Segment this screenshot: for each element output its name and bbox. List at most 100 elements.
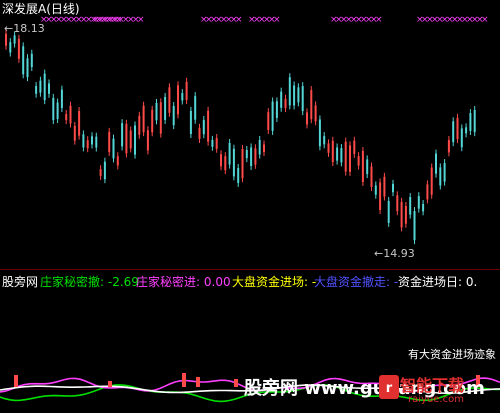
candle-body bbox=[331, 140, 334, 163]
candle-body bbox=[181, 93, 184, 101]
candle-body bbox=[357, 156, 360, 166]
candle-body bbox=[5, 33, 7, 46]
candle-body bbox=[73, 125, 76, 141]
candle-body bbox=[189, 110, 192, 135]
candle-body bbox=[327, 143, 330, 153]
candle-body bbox=[435, 153, 437, 174]
signal-marker: × bbox=[137, 15, 145, 25]
candle-body bbox=[267, 112, 270, 131]
candlestick-chart[interactable]: ×××××××××××××××××××××××××× ×××××××× ××××××… bbox=[0, 0, 500, 268]
logo-domain: raiyue.com bbox=[408, 394, 464, 405]
candle-body bbox=[69, 105, 72, 124]
candle-body bbox=[254, 148, 257, 165]
candle-body bbox=[22, 46, 25, 75]
candle-body bbox=[250, 147, 253, 167]
candle-body bbox=[336, 147, 339, 161]
candle-body bbox=[194, 96, 197, 120]
candle-body bbox=[52, 97, 55, 121]
svg-text:r: r bbox=[386, 381, 393, 396]
candle-body bbox=[443, 163, 446, 182]
candle-body bbox=[146, 130, 149, 151]
candle-body bbox=[56, 102, 59, 120]
candle-body bbox=[258, 139, 261, 155]
candle-body bbox=[422, 204, 425, 212]
candle-body bbox=[237, 167, 240, 183]
chart-title: 深发展A(日线) bbox=[2, 2, 80, 16]
candle-body bbox=[306, 112, 308, 125]
arrow-left-icon: ← bbox=[4, 22, 14, 35]
candle-body bbox=[220, 154, 222, 167]
candle-body bbox=[43, 73, 46, 101]
candle-body bbox=[164, 96, 167, 120]
indicator-bar bbox=[108, 381, 112, 387]
candle-body bbox=[404, 205, 407, 224]
candle-body bbox=[280, 91, 283, 108]
candle-body bbox=[310, 90, 313, 120]
signal-marker: × bbox=[273, 15, 281, 25]
panel-divider bbox=[0, 269, 500, 270]
candle-body bbox=[17, 38, 20, 59]
candle-body bbox=[366, 159, 369, 175]
candle-body bbox=[13, 35, 16, 44]
candle-body bbox=[314, 105, 317, 122]
candle-body bbox=[185, 81, 188, 101]
candle-body bbox=[142, 105, 145, 133]
candle-body bbox=[159, 102, 162, 134]
candle-body bbox=[125, 123, 128, 154]
signal-notice: 有大资金进场迹象 bbox=[406, 346, 498, 362]
candle-body bbox=[65, 113, 68, 121]
candle-body bbox=[430, 167, 433, 195]
candle-body bbox=[215, 138, 218, 149]
candle-body bbox=[26, 58, 29, 78]
candle-body bbox=[271, 101, 274, 131]
candle-body bbox=[39, 80, 42, 93]
signal-marker: × bbox=[481, 15, 489, 25]
candle-body bbox=[301, 86, 304, 112]
candle-body bbox=[297, 87, 300, 103]
candle-body bbox=[60, 89, 63, 109]
candle-body bbox=[9, 42, 12, 53]
candle-body bbox=[318, 119, 321, 147]
candle-body bbox=[95, 136, 98, 148]
indicator-bar bbox=[196, 377, 200, 387]
candle-body bbox=[108, 131, 111, 152]
candle-body bbox=[396, 195, 399, 212]
candle-body bbox=[452, 121, 455, 143]
signal-marker: × bbox=[375, 15, 383, 25]
logo-icon: r bbox=[379, 375, 399, 399]
candle-body bbox=[374, 185, 377, 195]
candle-body bbox=[426, 184, 429, 200]
indicator-bar bbox=[182, 373, 186, 387]
candle-body bbox=[473, 110, 476, 133]
candle-body bbox=[245, 149, 248, 159]
candle-body bbox=[293, 85, 296, 106]
candle-body bbox=[456, 117, 459, 140]
candle-body bbox=[340, 148, 343, 163]
candle-body bbox=[323, 136, 326, 145]
candle-body bbox=[129, 130, 132, 149]
candle-body bbox=[284, 98, 287, 109]
candle-body bbox=[275, 101, 278, 118]
candle-body bbox=[439, 167, 442, 186]
candle-body bbox=[392, 183, 394, 193]
candle-body bbox=[344, 141, 347, 172]
candle-body bbox=[417, 196, 420, 209]
indicator-bar bbox=[14, 375, 18, 387]
candle-body bbox=[353, 140, 356, 154]
candle-body bbox=[447, 140, 450, 153]
candle-body bbox=[361, 150, 364, 182]
candle-body bbox=[168, 87, 171, 113]
candle-body bbox=[151, 109, 154, 133]
candle-body bbox=[379, 182, 382, 210]
candle-body bbox=[224, 156, 227, 171]
candle-body bbox=[383, 176, 386, 197]
candle-body bbox=[138, 115, 141, 135]
candle-body bbox=[198, 127, 201, 140]
candle-body bbox=[232, 148, 235, 177]
candle-body bbox=[202, 120, 205, 135]
candle-body bbox=[387, 201, 390, 223]
candle-body bbox=[370, 166, 373, 187]
candle-body bbox=[112, 138, 115, 159]
candle-body bbox=[134, 125, 136, 155]
candle-body bbox=[263, 144, 265, 153]
